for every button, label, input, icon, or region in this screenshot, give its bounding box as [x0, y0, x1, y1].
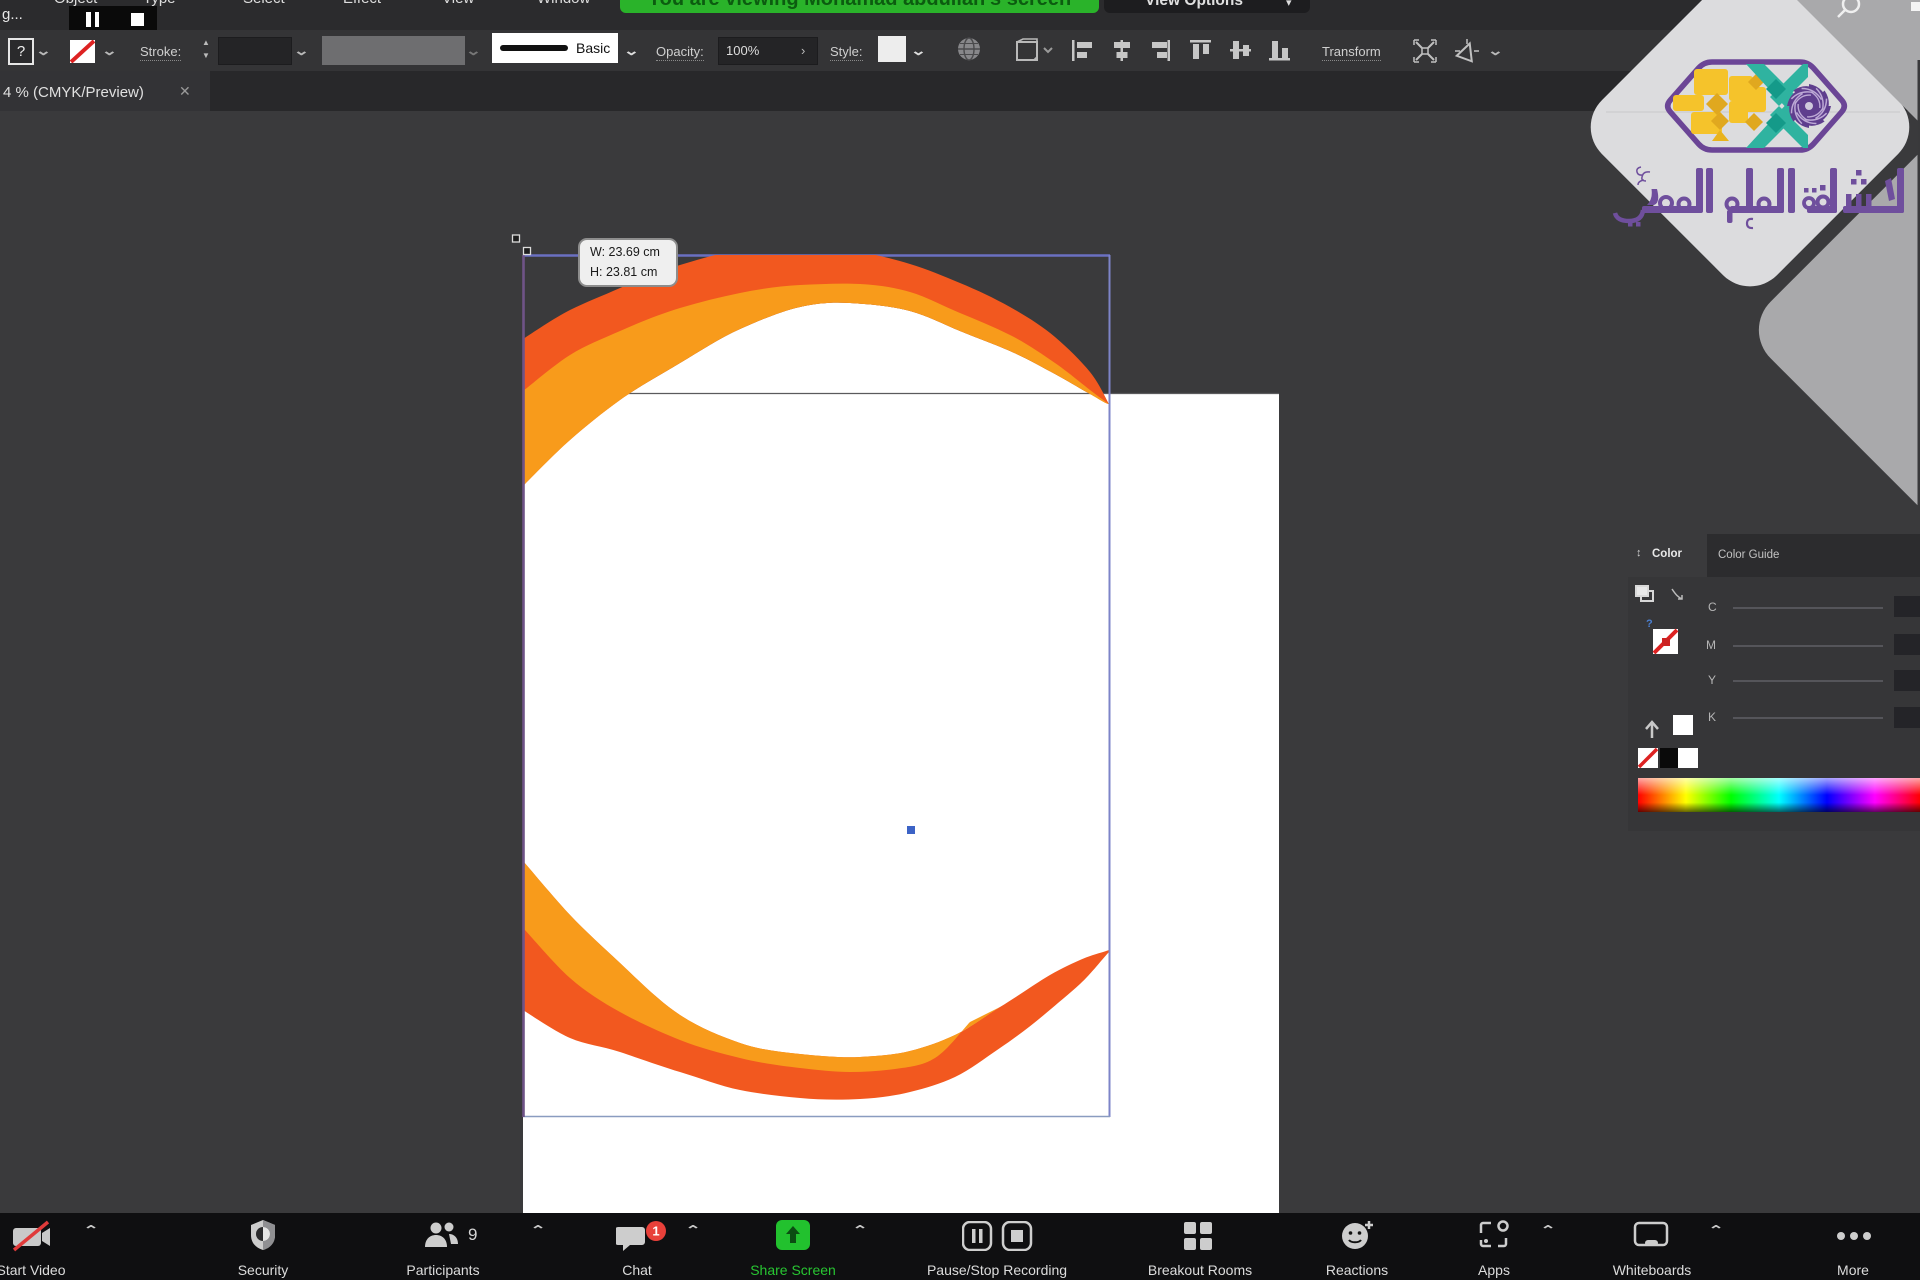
svg-text:?: ?: [1646, 618, 1653, 630]
svg-text:1: 1: [652, 1224, 659, 1239]
